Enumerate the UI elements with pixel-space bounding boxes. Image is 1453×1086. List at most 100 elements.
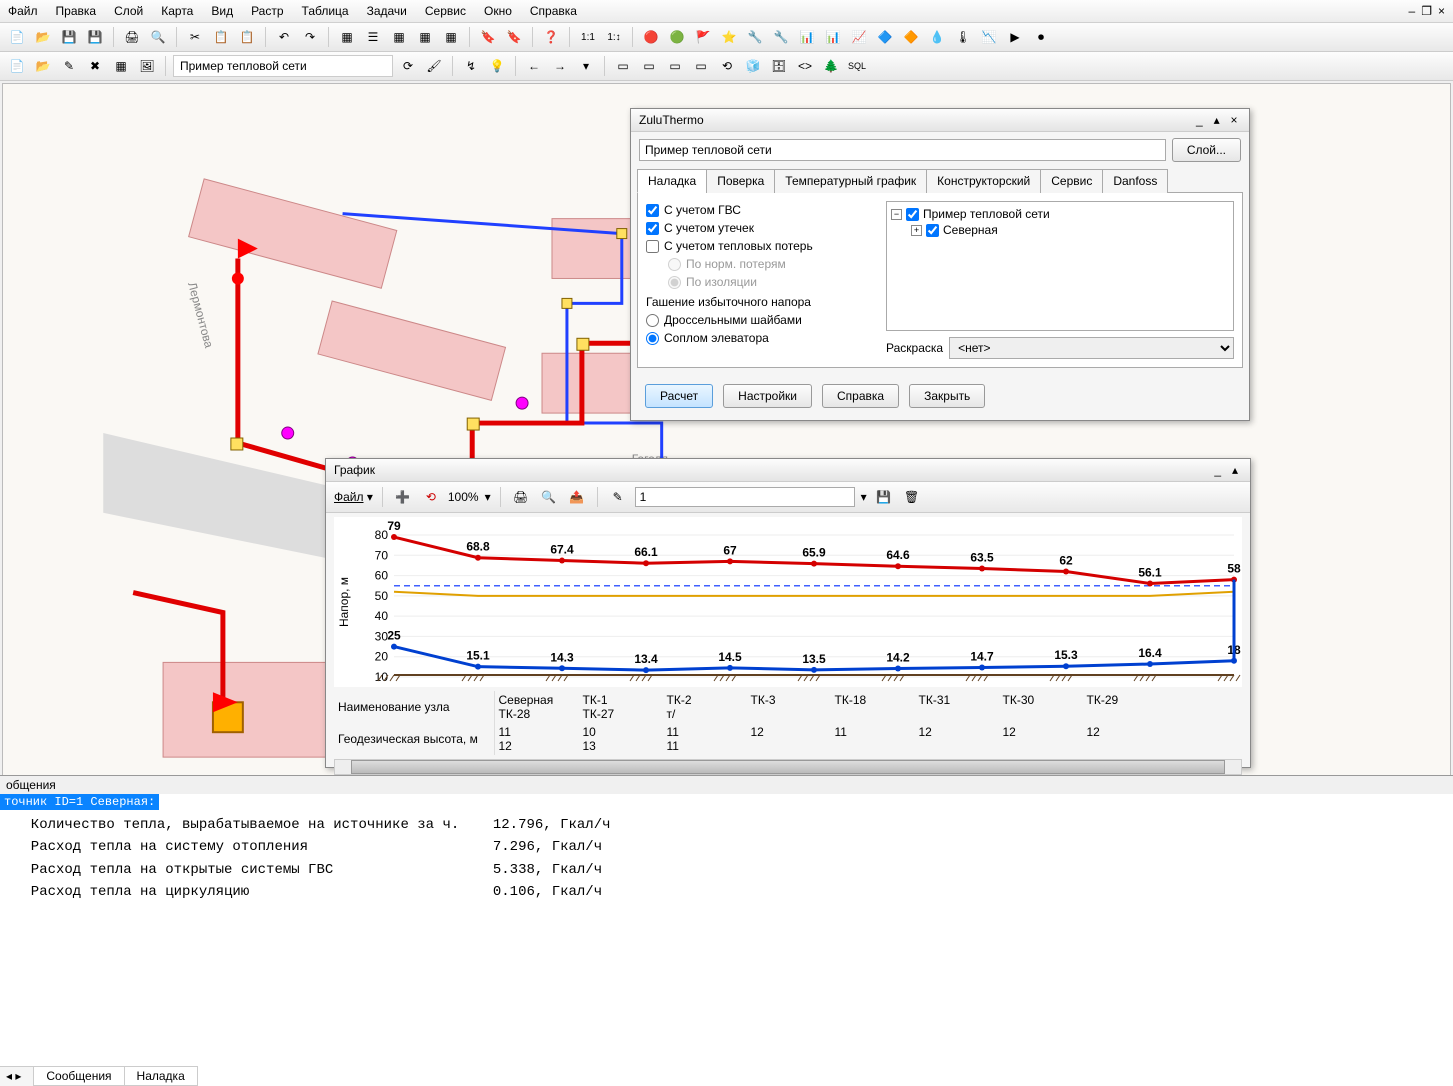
layer-open-icon[interactable]: 📂	[32, 55, 54, 77]
tool6-icon[interactable]: 🔷	[874, 26, 896, 48]
tab-poverka[interactable]: Поверка	[706, 169, 775, 193]
menu-service[interactable]: Сервис	[425, 4, 466, 18]
node-icon[interactable]: 🔴	[640, 26, 662, 48]
label2-icon[interactable]: 🔖	[503, 26, 525, 48]
tool2-icon[interactable]: 🔧	[770, 26, 792, 48]
tree-root-chk[interactable]	[906, 208, 919, 221]
graph-minimize-icon[interactable]: _	[1211, 463, 1225, 477]
msg-tab-messages[interactable]: Сообщения	[33, 1067, 124, 1086]
code-icon[interactable]: <>	[794, 55, 816, 77]
layer-edit-icon[interactable]: ✎	[58, 55, 80, 77]
rad-soplom[interactable]	[646, 332, 659, 345]
sel5-icon[interactable]: ⟲	[716, 55, 738, 77]
sel1-icon[interactable]: ▭	[612, 55, 634, 77]
zulu-layer-tree[interactable]: − Пример тепловой сети + Северная	[886, 201, 1234, 331]
menu-window[interactable]: Окно	[484, 4, 512, 18]
msg-tab-naladka[interactable]: Наладка	[124, 1067, 198, 1086]
menu-file[interactable]: Файл	[8, 4, 38, 18]
graph-file-menu[interactable]: Файл ▾	[334, 490, 373, 504]
temp-icon[interactable]: 🌡	[952, 26, 974, 48]
help-icon[interactable]: ❓	[540, 26, 562, 48]
graph-save-icon[interactable]: 💾	[873, 486, 895, 508]
graph-delete-icon[interactable]: 🗑	[901, 486, 923, 508]
menu-map[interactable]: Карта	[161, 4, 193, 18]
zulu-titlebar[interactable]: ZuluThermo _ ▴ ×	[631, 109, 1249, 132]
menu-layer[interactable]: Слой	[114, 4, 143, 18]
tree-root-label[interactable]: Пример тепловой сети	[923, 207, 1050, 221]
menu-tasks[interactable]: Задачи	[367, 4, 407, 18]
graph-titlebar[interactable]: График _ ▴	[326, 459, 1250, 482]
tool5-icon[interactable]: 📈	[848, 26, 870, 48]
drop-icon[interactable]: 💧	[926, 26, 948, 48]
graph-pin-icon[interactable]: ▴	[1228, 463, 1242, 477]
chk-loss[interactable]	[646, 240, 659, 253]
tab-tempgraph[interactable]: Температурный график	[774, 169, 927, 193]
cut-icon[interactable]: ✂	[184, 26, 206, 48]
close-button[interactable]: Закрыть	[909, 384, 985, 408]
graph-edit-icon[interactable]: ✎	[607, 486, 629, 508]
sel2-icon[interactable]: ▭	[638, 55, 660, 77]
star-icon[interactable]: ⭐	[718, 26, 740, 48]
tree-icon[interactable]: 🌲	[820, 55, 842, 77]
new-file-icon[interactable]: 📄	[6, 26, 28, 48]
raskraska-select[interactable]: <нет>	[949, 337, 1234, 359]
graph-combo-dd-icon[interactable]: ▾	[861, 490, 867, 504]
chart-canvas[interactable]: Напор, м10203040506070807968.867.466.167…	[334, 517, 1242, 687]
flag-icon[interactable]: 🚩	[692, 26, 714, 48]
undo-icon[interactable]: ↶	[273, 26, 295, 48]
layer-props-icon[interactable]: ▦	[414, 26, 436, 48]
save-icon[interactable]: 💾	[58, 26, 80, 48]
tab-konstruktor[interactable]: Конструкторский	[926, 169, 1041, 193]
tree-collapse-icon[interactable]: −	[891, 209, 902, 220]
path-icon[interactable]: ↯	[460, 55, 482, 77]
graph-add-icon[interactable]: ➕	[392, 486, 414, 508]
tool3-icon[interactable]: 📊	[796, 26, 818, 48]
tool1-icon[interactable]: 🔧	[744, 26, 766, 48]
print-icon[interactable]: 🖨	[121, 26, 143, 48]
arrow-down-icon[interactable]: ▾	[575, 55, 597, 77]
refresh-icon[interactable]: ⟳	[397, 55, 419, 77]
messages-body[interactable]: Количество тепла, вырабатываемое на исто…	[0, 810, 1453, 908]
scale-icon[interactable]: 1:1	[577, 26, 599, 48]
zulu-layer-input[interactable]	[639, 139, 1166, 161]
mdi-close-icon[interactable]: ×	[1438, 4, 1445, 18]
graph-hscrollbar[interactable]	[334, 759, 1242, 775]
paste-icon[interactable]: 📋	[236, 26, 258, 48]
record-icon[interactable]: ⏺	[1030, 26, 1052, 48]
zulu-minimize-icon[interactable]: _	[1192, 113, 1206, 127]
graph-zoom[interactable]: 100%	[448, 490, 479, 504]
tree-child-chk[interactable]	[926, 224, 939, 237]
scale2-icon[interactable]: 1:↕	[603, 26, 625, 48]
tool7-icon[interactable]: 🔶	[900, 26, 922, 48]
label-icon[interactable]: 🔖	[477, 26, 499, 48]
msg-tab-nav-icon[interactable]: ◂ ▸	[0, 1067, 27, 1086]
calc-button[interactable]: Расчет	[645, 384, 713, 408]
layer-add-icon[interactable]: ▦	[336, 26, 358, 48]
menu-help[interactable]: Справка	[530, 4, 577, 18]
graph-print-icon[interactable]: 🖨	[510, 486, 532, 508]
arrow-left-icon[interactable]: ←	[523, 55, 545, 77]
menu-view[interactable]: Вид	[211, 4, 233, 18]
layer-list-icon[interactable]: ☰	[362, 26, 384, 48]
tree-child-label[interactable]: Северная	[943, 223, 998, 237]
settings-button[interactable]: Настройки	[723, 384, 812, 408]
mdi-restore-icon[interactable]: ❐	[1421, 4, 1432, 18]
chk-leak[interactable]	[646, 222, 659, 235]
graph-zoom-dd-icon[interactable]: ▾	[485, 490, 491, 504]
graph-preview-icon[interactable]: 🔍	[538, 486, 560, 508]
redo-icon[interactable]: ↷	[299, 26, 321, 48]
play-icon[interactable]: ▶	[1004, 26, 1026, 48]
active-layer-name[interactable]: Пример тепловой сети	[173, 55, 393, 77]
tab-danfoss[interactable]: Danfoss	[1102, 169, 1168, 193]
cube-icon[interactable]: 🧊	[742, 55, 764, 77]
preview-icon[interactable]: 🔍	[147, 26, 169, 48]
arrow-right-icon[interactable]: →	[549, 55, 571, 77]
db-icon[interactable]: 🗄	[768, 55, 790, 77]
sql-icon[interactable]: SQL	[846, 55, 868, 77]
save-all-icon[interactable]: 💾	[84, 26, 106, 48]
sel4-icon[interactable]: ▭	[690, 55, 712, 77]
layer-del-icon[interactable]: ✖	[84, 55, 106, 77]
brush-icon[interactable]: 🖌	[423, 55, 445, 77]
tool4-icon[interactable]: 📊	[822, 26, 844, 48]
zulu-close-icon[interactable]: ×	[1227, 113, 1241, 127]
